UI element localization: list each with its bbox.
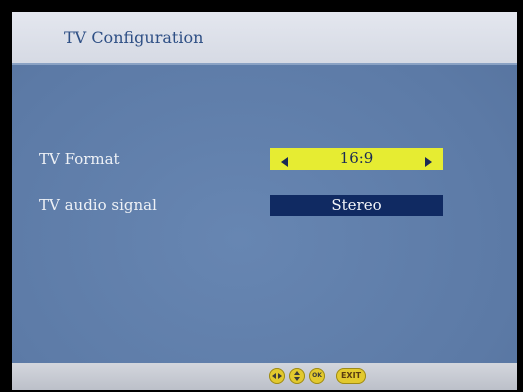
footer-bar: OK EXIT: [12, 363, 517, 390]
exit-button[interactable]: EXIT: [336, 368, 366, 384]
tv-format-label: TV Format: [39, 150, 120, 168]
ok-label: OK: [312, 372, 322, 379]
left-right-nav-icon: [269, 368, 285, 384]
tv-format-selector[interactable]: 16:9: [270, 148, 443, 170]
tv-audio-signal-field[interactable]: Stereo: [270, 195, 443, 216]
exit-label: EXIT: [340, 371, 362, 380]
header-divider: [12, 63, 517, 65]
header-bar: TV Configuration: [12, 12, 517, 63]
tv-config-screen: TV Configuration TV Format 16:9 TV audio…: [12, 12, 517, 390]
up-down-nav-icon: [289, 368, 305, 384]
tv-audio-signal-label: TV audio signal: [39, 196, 157, 214]
tv-format-value: 16:9: [339, 149, 374, 167]
tv-audio-signal-value: Stereo: [331, 196, 382, 214]
ok-button[interactable]: OK: [309, 368, 325, 384]
triangle-right-icon[interactable]: [423, 153, 435, 167]
page-title: TV Configuration: [64, 28, 204, 47]
